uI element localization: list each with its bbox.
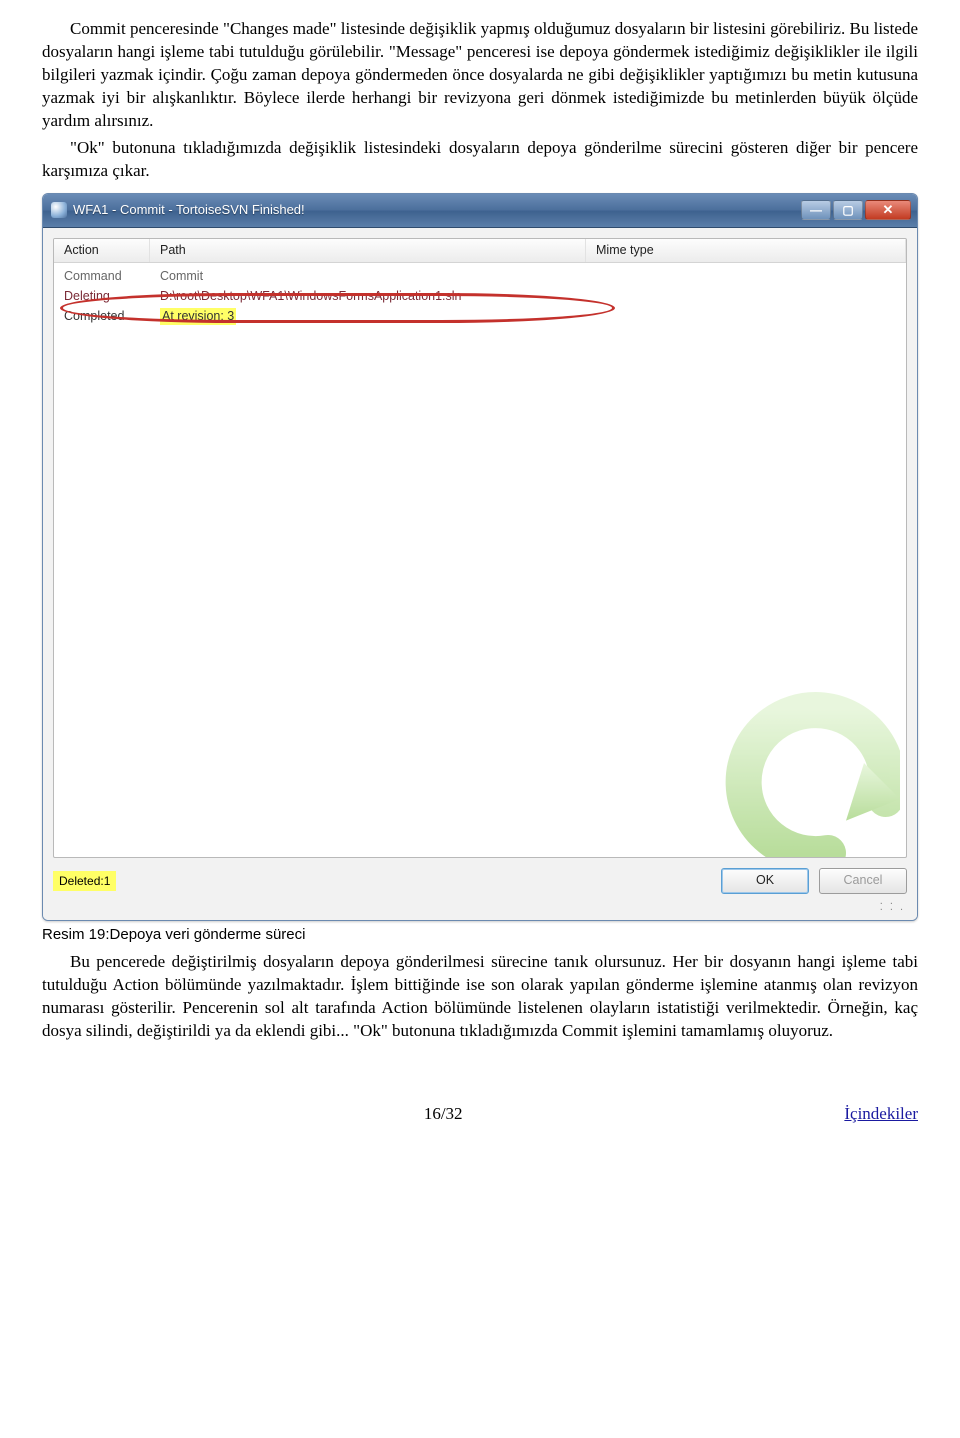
cell-action: Command (54, 268, 150, 285)
column-action[interactable]: Action (54, 239, 150, 262)
ok-button[interactable]: OK (721, 868, 809, 894)
window-controls: — ▢ ✕ (801, 200, 911, 220)
screenshot-window: WFA1 - Commit - TortoiseSVN Finished! — … (42, 193, 918, 921)
page-footer: 16/32 İçindekiler (42, 1103, 918, 1126)
status-row: Deleted:1 OK Cancel (53, 868, 907, 894)
close-icon: ✕ (883, 201, 894, 219)
dialog-buttons: OK Cancel (721, 868, 907, 894)
list-row: Completed At revision: 3 (54, 307, 906, 327)
paragraph-1: Commit penceresinde "Changes made" liste… (42, 18, 918, 133)
deleted-count-badge: Deleted:1 (53, 871, 116, 891)
paragraph-2: "Ok" butonuna tıkladığımızda değişiklik … (42, 137, 918, 183)
tortoisesvn-arrow-icon (720, 691, 900, 858)
cell-action: Deleting (54, 288, 150, 305)
figure-caption: Resim 19:Depoya veri gönderme süreci (42, 925, 918, 945)
cell-path: At revision: 3 (150, 308, 906, 325)
close-button[interactable]: ✕ (865, 200, 911, 220)
dialog-window: WFA1 - Commit - TortoiseSVN Finished! — … (42, 193, 918, 921)
client-area: Action Path Mime type Command Commit Del… (43, 228, 917, 920)
titlebar[interactable]: WFA1 - Commit - TortoiseSVN Finished! — … (43, 194, 917, 228)
cell-path: D:\root\Desktop\WFA1\WindowsFormsApplica… (150, 288, 906, 305)
maximize-icon: ▢ (842, 202, 853, 218)
cell-path: Commit (150, 268, 906, 285)
revision-highlight: At revision: 3 (160, 308, 236, 325)
resize-grip-icon[interactable]: . .. . . (880, 898, 907, 912)
app-icon (51, 202, 67, 218)
maximize-button[interactable]: ▢ (833, 200, 863, 220)
toc-link[interactable]: İçindekiler (844, 1103, 918, 1126)
list-row: Deleting D:\root\Desktop\WFA1\WindowsFor… (54, 287, 906, 307)
page-number: 16/32 (424, 1103, 463, 1126)
column-mime[interactable]: Mime type (586, 239, 906, 262)
cancel-button: Cancel (819, 868, 907, 894)
minimize-icon: — (810, 202, 822, 218)
minimize-button[interactable]: — (801, 200, 831, 220)
paragraph-3: Bu pencerede değiştirilmiş dosyaların de… (42, 951, 918, 1043)
status-left: Deleted:1 (53, 872, 116, 890)
progress-list: Action Path Mime type Command Commit Del… (53, 238, 907, 858)
list-row: Command Commit (54, 267, 906, 287)
list-header: Action Path Mime type (54, 239, 906, 263)
cell-action: Completed (54, 308, 150, 325)
window-title: WFA1 - Commit - TortoiseSVN Finished! (73, 201, 305, 219)
list-body: Command Commit Deleting D:\root\Desktop\… (54, 263, 906, 327)
column-path[interactable]: Path (150, 239, 586, 262)
